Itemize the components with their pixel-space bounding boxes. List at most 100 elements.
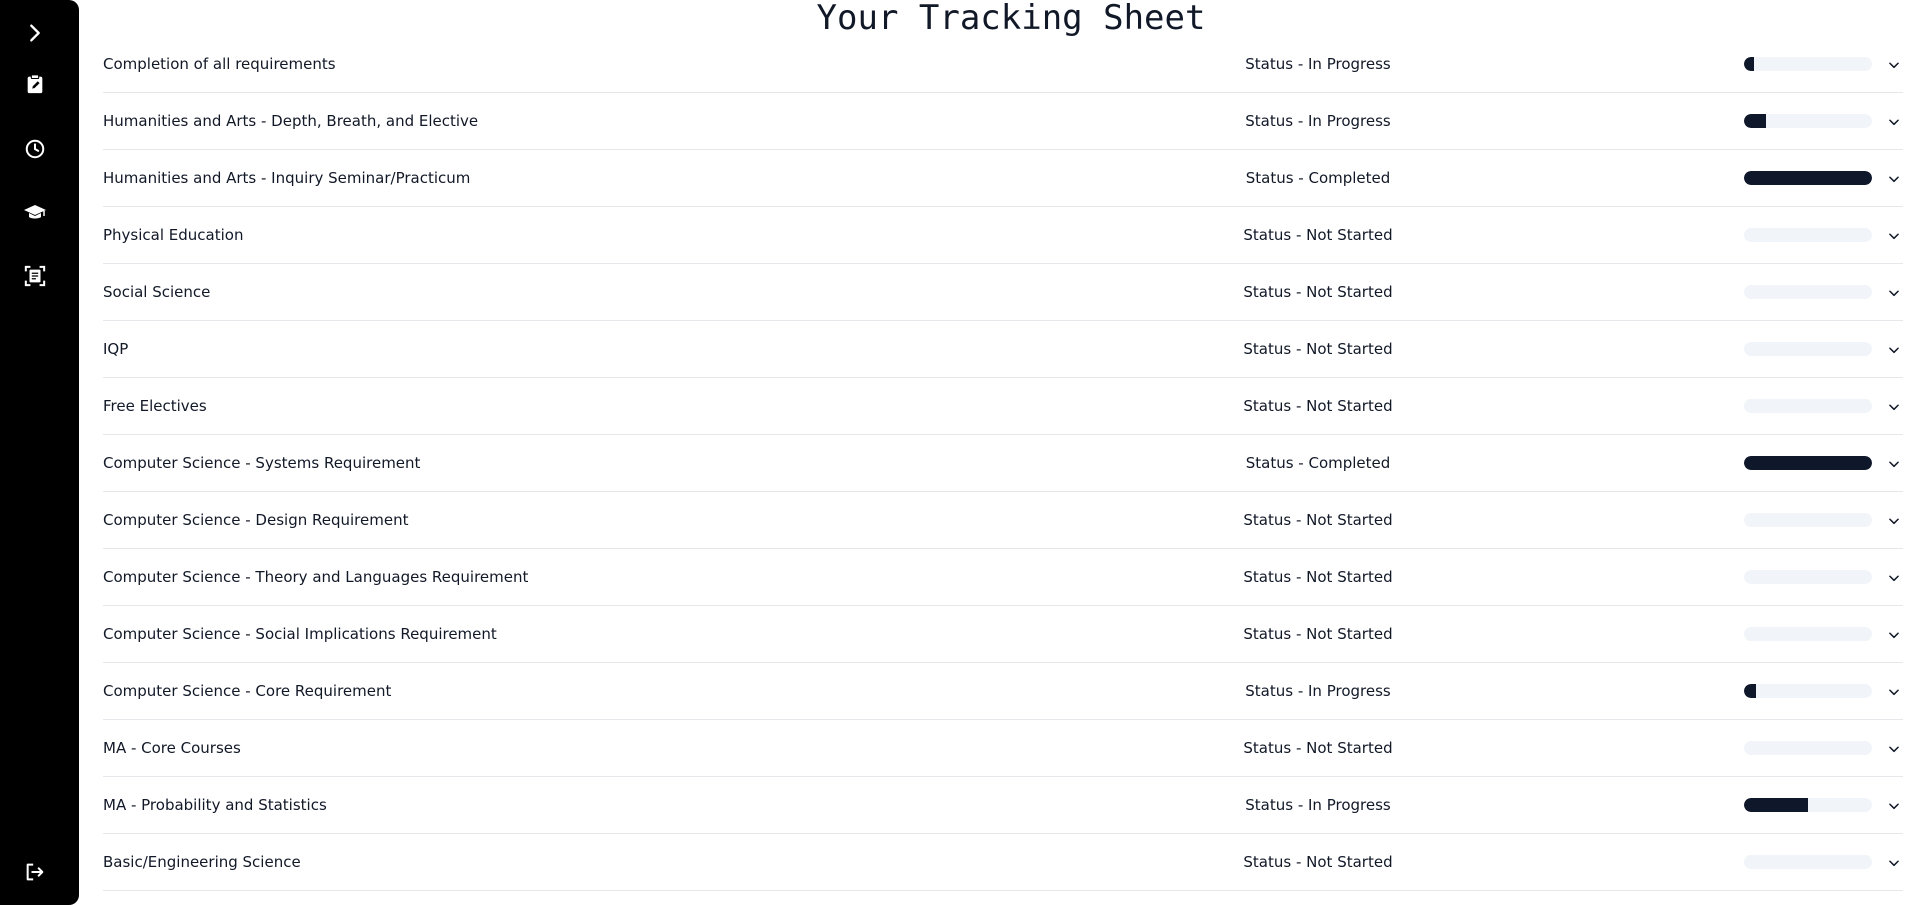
requirement-row[interactable]: IQP Status - Not Started [103,321,1903,378]
expand-toggle[interactable] [1887,171,1901,185]
expand-toggle[interactable] [1887,855,1901,869]
logout-icon [26,863,44,881]
requirement-label: Computer Science - Core Requirement [103,682,392,700]
history-button[interactable] [0,131,70,167]
chevron-down-icon [1889,575,1899,582]
progress-bar [1744,171,1872,185]
progress-bar-fill [1744,171,1872,185]
requirement-row[interactable]: Social Science Status - Not Started [103,264,1903,321]
expand-toggle[interactable] [1887,285,1901,299]
courses-button[interactable] [0,195,70,231]
progress-bar [1744,285,1872,299]
requirement-row[interactable]: Free Electives Status - Not Started [103,378,1903,435]
requirement-row[interactable]: Computer Science - Core Requirement Statu… [103,663,1903,720]
requirement-row[interactable]: Physical Education Status - Not Started [103,207,1903,264]
progress-bar-fill [1744,798,1808,812]
progress-bar [1744,741,1872,755]
chevron-down-icon [1889,461,1899,468]
requirement-status: Status - Completed [1245,454,1391,472]
graduation-cap-icon [24,205,46,219]
chevron-down-icon [1889,518,1899,525]
page-title: Your Tracking Sheet [816,0,1206,38]
expand-toggle[interactable] [1887,342,1901,356]
chevron-down-icon [1889,347,1899,354]
tracking-sheet-button[interactable] [0,66,70,102]
requirement-label: Computer Science - Theory and Languages … [103,568,529,586]
chevron-right-icon [30,24,40,42]
expand-toggle[interactable] [1887,57,1901,71]
progress-bar [1744,513,1872,527]
requirement-label: Completion of all requirements [103,55,336,73]
expand-toggle[interactable] [1887,684,1901,698]
requirement-label: Computer Science - Systems Requirement [103,454,421,472]
tracking-sheet-main: Your Tracking Sheet Completion of all re… [103,0,1903,905]
requirement-status: Status - Not Started [1243,625,1393,643]
requirement-status: Status - Not Started [1243,853,1393,871]
requirement-status: Status - Not Started [1243,568,1393,586]
requirement-label: Social Science [103,283,211,301]
sidebar [0,0,79,905]
requirement-label: Computer Science - Social Implications R… [103,625,497,643]
progress-bar [1744,57,1872,71]
clipboard-edit-icon [27,74,43,94]
chevron-down-icon [1889,62,1899,69]
progress-bar-fill [1744,456,1872,470]
chevron-down-icon [1889,404,1899,411]
logout-button[interactable] [0,854,70,890]
requirement-row[interactable]: MA - Core Courses Status - Not Started [103,720,1903,777]
requirement-status: Status - Not Started [1243,226,1393,244]
expand-toggle[interactable] [1887,798,1901,812]
expand-toggle[interactable] [1887,627,1901,641]
requirement-row[interactable]: Computer Science - Design Requirement Sta… [103,492,1903,549]
progress-bar-fill [1744,114,1766,128]
requirements-list: Completion of all requirements Status - I… [103,36,1903,891]
requirement-status: Status - Completed [1245,169,1391,187]
progress-bar-fill [1744,684,1756,698]
progress-bar [1744,114,1872,128]
requirement-status: Status - In Progress [1245,682,1391,700]
document-scan-icon [24,265,46,287]
chevron-down-icon [1889,803,1899,810]
requirement-row[interactable]: MA - Probability and Statistics Status - … [103,777,1903,834]
clock-icon [25,139,45,159]
chevron-down-icon [1889,119,1899,126]
requirement-row[interactable]: Computer Science - Social Implications R… [103,606,1903,663]
progress-bar [1744,342,1872,356]
progress-bar [1744,228,1872,242]
requirement-row[interactable]: Basic/Engineering Science Status - Not St… [103,834,1903,891]
requirement-label: IQP [103,340,129,358]
progress-bar [1744,399,1872,413]
progress-bar [1744,456,1872,470]
progress-bar-fill [1744,57,1755,71]
chevron-down-icon [1889,746,1899,753]
progress-bar [1744,570,1872,584]
expand-toggle[interactable] [1887,114,1901,128]
document-scan-button[interactable] [0,258,70,294]
requirement-row[interactable]: Humanities and Arts - Inquiry Seminar/Pr… [103,150,1903,207]
requirement-row[interactable]: Completion of all requirements Status - I… [103,36,1903,93]
progress-bar [1744,798,1872,812]
expand-sidebar-button[interactable] [0,15,70,51]
requirement-row[interactable]: Computer Science - Theory and Languages … [103,549,1903,606]
requirement-label: MA - Core Courses [103,739,241,757]
chevron-down-icon [1889,233,1899,240]
requirement-label: Physical Education [103,226,244,244]
expand-toggle[interactable] [1887,228,1901,242]
expand-toggle[interactable] [1887,741,1901,755]
expand-toggle[interactable] [1887,399,1901,413]
requirement-row[interactable]: Computer Science - Systems Requirement St… [103,435,1903,492]
requirement-label: Humanities and Arts - Depth, Breath, and… [103,112,479,130]
requirement-label: MA - Probability and Statistics [103,796,327,814]
expand-toggle[interactable] [1887,456,1901,470]
progress-bar [1744,627,1872,641]
progress-bar [1744,855,1872,869]
progress-bar [1744,684,1872,698]
requirement-label: Humanities and Arts - Inquiry Seminar/Pr… [103,169,471,187]
requirement-status: Status - In Progress [1245,796,1391,814]
expand-toggle[interactable] [1887,570,1901,584]
requirement-status: Status - Not Started [1243,739,1393,757]
requirement-status: Status - In Progress [1245,55,1391,73]
chevron-down-icon [1889,632,1899,639]
requirement-row[interactable]: Humanities and Arts - Depth, Breath, and… [103,93,1903,150]
expand-toggle[interactable] [1887,513,1901,527]
